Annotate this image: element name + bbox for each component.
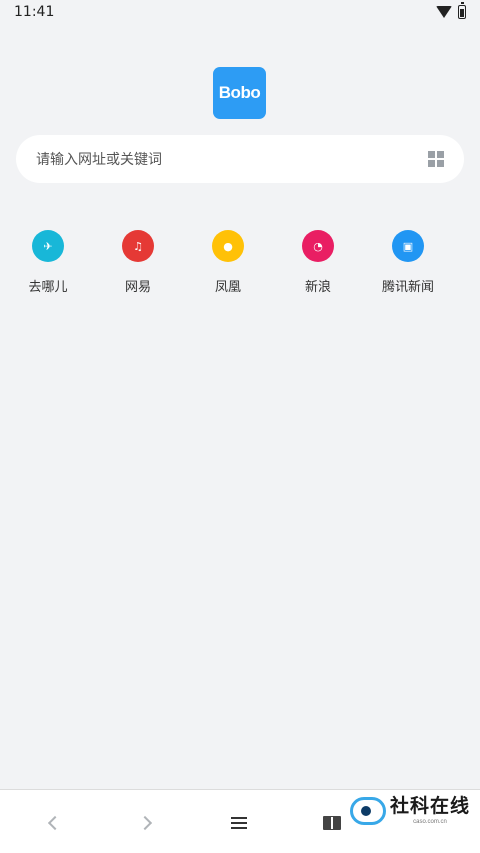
watermark-title: 社科在线 [390,795,471,817]
shortcut-label: 腾讯新闻 [381,280,434,295]
shortcut-label: 去哪儿 [28,280,68,295]
app-logo: Bobo [213,67,266,119]
shortcut-sina[interactable]: ◔ 新浪 [273,230,363,295]
watermark: 社科在线 caso.com.cn [350,797,470,825]
shortcut-label: 新浪 [304,280,331,295]
cloud-eye-icon [350,797,386,825]
book-icon [323,816,341,830]
forward-button[interactable] [130,808,160,838]
rss-icon: ◔ [302,230,334,262]
bookmarks-button[interactable] [317,808,347,838]
battery-icon [458,2,466,19]
search-placeholder: 请输入网址或关键词 [36,152,162,168]
back-button[interactable] [40,808,70,838]
status-icons [436,2,466,19]
music-note-icon: ♫ [122,230,154,262]
shortcut-netease[interactable]: ♫ 网易 [93,230,183,295]
news-icon: ▣ [392,230,424,262]
menu-icon [231,817,247,829]
fire-icon: ● [212,230,244,262]
search-input[interactable]: 请输入网址或关键词 [16,135,464,183]
shortcut-ifeng[interactable]: ● 凤凰 [183,230,273,295]
wifi-icon [436,6,452,18]
shortcut-tencent-news[interactable]: ▣ 腾讯新闻 [363,230,453,295]
watermark-subtitle: caso.com.cn [413,819,447,825]
status-bar: 11:41 [0,0,480,24]
shortcut-qunar[interactable]: ✈ 去哪儿 [3,230,93,295]
shortcut-grid: ✈ 去哪儿 ♫ 网易 ● 凤凰 ◔ 新浪 ▣ 腾讯新闻 [3,230,453,295]
menu-button[interactable] [224,808,254,838]
chevron-right-icon [137,815,153,831]
shortcut-label: 凤凰 [214,280,241,295]
qr-scan-icon[interactable] [428,151,444,167]
airplane-icon: ✈ [32,230,64,262]
status-time: 11:41 [14,4,55,20]
shortcut-label: 网易 [124,280,151,295]
chevron-left-icon [47,815,63,831]
